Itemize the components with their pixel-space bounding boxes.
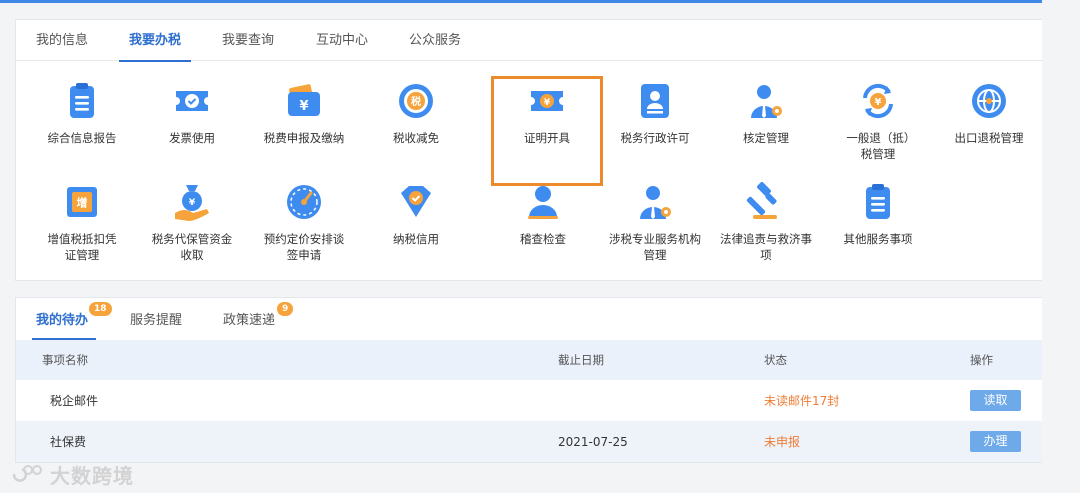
service-label: 税务行政许可 <box>620 131 690 145</box>
svg-text:增: 增 <box>77 196 88 210</box>
todo-panel: 我的待办 18 服务提醒 政策速递 9 事项名称 截止日期 状态 操作 税企邮件… <box>15 297 1042 463</box>
gauge-icon <box>287 185 321 219</box>
watermark: 大数跨境 <box>8 460 134 488</box>
row-status: 未申报 <box>764 435 801 449</box>
row-item-name: 社保费 <box>50 435 87 449</box>
svg-text:¥: ¥ <box>875 97 882 108</box>
service-label: 税收减免 <box>393 131 439 145</box>
header-status: 状态 <box>764 353 787 367</box>
header-action: 操作 <box>970 353 993 367</box>
top-accent-bar <box>0 0 1042 3</box>
list-icon <box>866 184 890 219</box>
service-label: 稽查检查 <box>520 232 566 246</box>
policy-count-badge: 9 <box>277 302 294 316</box>
read-button[interactable]: 读取 <box>970 390 1021 411</box>
todo-tabs: 我的待办 18 服务提醒 政策速递 9 <box>16 298 1042 340</box>
tab-query[interactable]: 我要查询 <box>222 20 274 61</box>
row-status: 未读邮件17封 <box>764 394 840 408</box>
inspector-icon <box>528 186 558 219</box>
credit-diamond-icon <box>401 186 431 217</box>
table-row: 社保费 2021-07-25 未申报 办理 <box>16 421 1042 462</box>
row-deadline: 2021-07-25 <box>558 434 628 449</box>
svg-text:¥: ¥ <box>299 99 308 114</box>
gavel-icon <box>746 182 777 219</box>
todo-count-badge: 18 <box>89 302 112 316</box>
row-item-name: 税企邮件 <box>50 394 99 408</box>
service-label: 纳税信用 <box>393 232 439 246</box>
service-label: 出口退税管理 <box>954 131 1024 145</box>
service-label: 法律追责与救济事项 <box>720 232 812 262</box>
service-label: 涉税专业服务机构管理 <box>609 232 701 262</box>
service-label: 证明开具 <box>524 131 570 145</box>
yuan-wallet-icon: ¥ <box>288 84 320 116</box>
vat-voucher-icon: 增 <box>67 187 97 217</box>
service-label: 发票使用 <box>169 131 215 145</box>
header-deadline: 截止日期 <box>558 353 604 367</box>
license-id-icon <box>641 84 669 118</box>
services-panel: 我的信息 我要办税 我要查询 互动中心 公众服务 综合信息报告 发票使用 ¥ 税… <box>15 19 1042 281</box>
table-header: 事项名称 截止日期 状态 操作 <box>16 340 1042 380</box>
service-label: 其他服务事项 <box>843 232 913 246</box>
table-row: 税企邮件 未读邮件17封 读取 <box>16 380 1042 421</box>
officer-gear-icon <box>751 85 782 118</box>
tab-my-todo[interactable]: 我的待办 <box>31 298 97 340</box>
service-label: 税务代保管资金收取 <box>151 232 233 262</box>
tab-public-service[interactable]: 公众服务 <box>409 20 461 61</box>
top-tabs: 我的信息 我要办税 我要查询 互动中心 公众服务 <box>16 20 1042 62</box>
svg-text:税: 税 <box>411 95 421 108</box>
certificate-ticket-icon: ¥ <box>531 91 563 111</box>
watermark-logo-icon <box>12 465 42 482</box>
money-bag-hand-icon: ¥ <box>175 185 209 221</box>
watermark-text: 大数跨境 <box>50 463 134 488</box>
service-label: 预约定价安排谈签申请 <box>263 232 345 262</box>
service-label: 一般退（抵）税管理 <box>846 131 910 161</box>
refund-yuan-icon: ¥ <box>863 83 893 119</box>
tab-service-reminder[interactable]: 服务提醒 <box>130 298 182 340</box>
service-label: 核定管理 <box>743 131 789 145</box>
svg-text:¥: ¥ <box>544 98 551 108</box>
service-label: 税费申报及缴纳 <box>263 131 345 145</box>
clipboard-report-icon <box>70 83 94 118</box>
svg-text:¥: ¥ <box>189 198 196 208</box>
tax-reduction-icon: 税 <box>399 84 433 118</box>
header-item-name: 事项名称 <box>42 353 88 367</box>
handle-button[interactable]: 办理 <box>970 431 1021 452</box>
tab-policy-news[interactable]: 政策速递 <box>223 298 275 340</box>
agency-gear-icon <box>640 186 671 219</box>
tab-tax-handling[interactable]: 我要办税 <box>118 20 192 62</box>
service-label: 增值税抵扣凭证管理 <box>47 232 117 262</box>
globe-icon <box>972 84 1006 118</box>
service-label: 综合信息报告 <box>47 131 117 145</box>
tab-interaction[interactable]: 互动中心 <box>316 20 368 61</box>
invoice-ticket-icon <box>176 91 208 111</box>
tab-my-info[interactable]: 我的信息 <box>36 20 88 61</box>
